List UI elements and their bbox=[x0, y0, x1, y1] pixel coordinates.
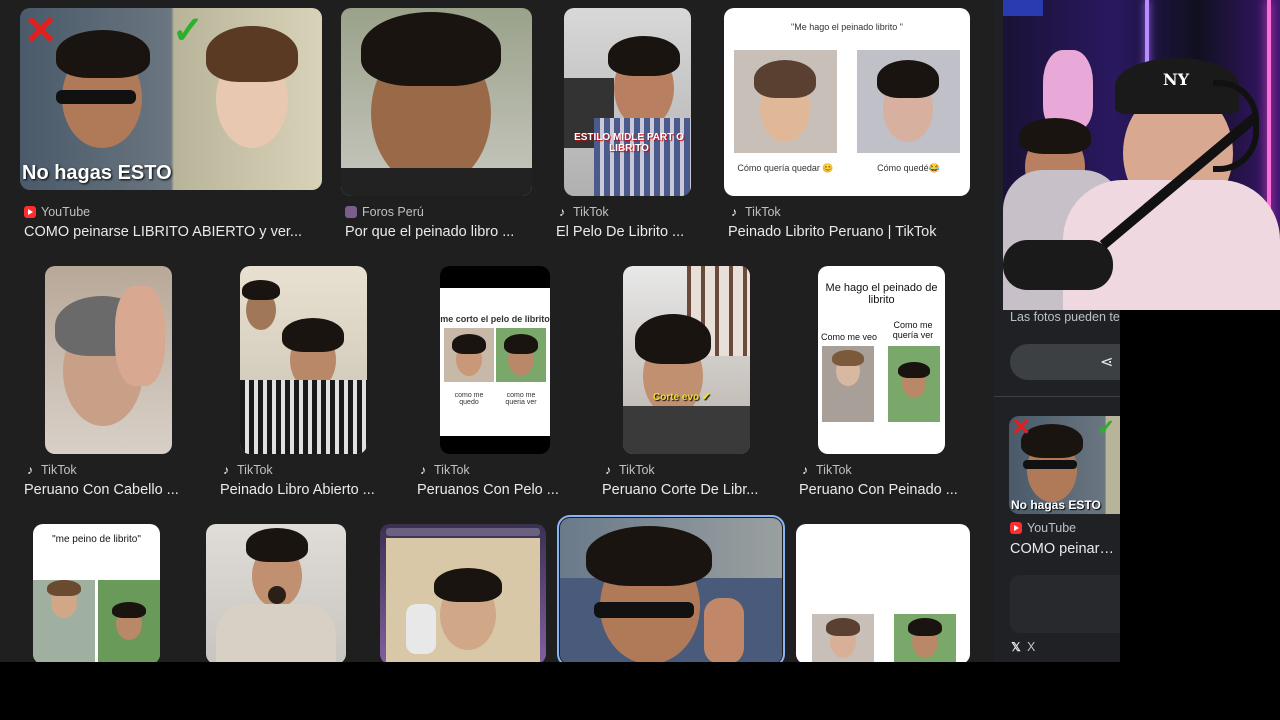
meme-caption: como me queria ver bbox=[505, 392, 537, 406]
result-source: ♪ TikTok bbox=[728, 205, 781, 219]
related-source-x: 𝕏X bbox=[1011, 640, 1036, 654]
related-title[interactable]: COMO peinarse l bbox=[1010, 541, 1120, 557]
result-source: ♪ TikTok bbox=[556, 205, 609, 219]
cap-logo: NY bbox=[1163, 70, 1190, 89]
share-button[interactable]: ⋖ bbox=[1010, 344, 1120, 380]
result-card[interactable] bbox=[380, 524, 550, 662]
tiktok-icon: ♪ bbox=[559, 205, 565, 219]
thumbnail-overlay-text: ESTILO MIDLE PART O LIBRITO bbox=[574, 132, 684, 154]
result-title[interactable]: Peruano Con Cabello ... bbox=[24, 482, 194, 498]
result-thumbnail[interactable] bbox=[380, 524, 546, 662]
result-thumbnail[interactable]: Corte evo ✔ bbox=[623, 266, 750, 454]
result-card[interactable]: Foros Perú Por que el peinado libro ... bbox=[341, 8, 541, 248]
related-result-thumbnail[interactable]: ✕ ✓ No hagas ESTO bbox=[1009, 416, 1120, 514]
result-title[interactable]: El Pelo De Librito ... bbox=[556, 224, 706, 240]
foros-peru-icon bbox=[345, 206, 357, 218]
result-source: Foros Perú bbox=[345, 205, 424, 219]
result-thumbnail[interactable] bbox=[45, 266, 172, 454]
meme-heading: Me hago el peinado de librito bbox=[825, 282, 938, 306]
result-title[interactable]: Peruano Corte De Libr... bbox=[602, 482, 772, 498]
result-card[interactable]: ♪ TikTok Peinado Libro Abierto ... bbox=[216, 266, 396, 506]
result-source: ♪ TikTok bbox=[220, 463, 273, 477]
result-card[interactable]: Corte evo ✔ ♪ TikTok Peruano Corte De Lib… bbox=[598, 266, 778, 506]
result-card[interactable] bbox=[557, 515, 785, 662]
result-thumbnail-selected[interactable] bbox=[557, 515, 785, 662]
letterbox-bar bbox=[0, 662, 1280, 720]
result-thumbnail[interactable]: me corto el pelo de librito como me qued… bbox=[440, 266, 550, 454]
result-source: ♪ TikTok bbox=[24, 463, 77, 477]
result-card[interactable]: ♪ TikTok Peruano Con Cabello ... bbox=[20, 266, 200, 506]
result-card[interactable]: "Me hago el peinado librito " Cómo querí… bbox=[724, 8, 974, 248]
x-logo-icon: 𝕏 bbox=[1011, 640, 1021, 654]
youtube-icon bbox=[24, 206, 36, 218]
result-thumbnail[interactable]: Me hago el peinado de librito Como me ve… bbox=[818, 266, 945, 454]
result-title[interactable]: Peruano Con Peinado ... bbox=[799, 482, 969, 498]
result-thumbnail[interactable] bbox=[206, 524, 346, 662]
result-card[interactable]: Me hago el peinado de librito Como me ve… bbox=[795, 266, 975, 506]
related-placeholder-card[interactable] bbox=[1010, 575, 1120, 633]
result-thumbnail[interactable]: ✕ ✓ No hagas ESTO bbox=[20, 8, 322, 190]
result-title[interactable]: Por que el peinado libro ... bbox=[345, 224, 535, 240]
microphone bbox=[1003, 240, 1113, 290]
result-title[interactable]: COMO peinarse LIBRITO ABIERTO y ver... bbox=[24, 224, 324, 240]
result-thumbnail[interactable]: "me peino de librito" bbox=[33, 524, 160, 662]
tiktok-icon: ♪ bbox=[27, 463, 33, 477]
streamer-webcam-overlay: NY bbox=[1003, 0, 1280, 310]
meme-caption: Como me veo bbox=[820, 332, 878, 342]
result-title[interactable]: Peruanos Con Pelo ... bbox=[417, 482, 577, 498]
tiktok-icon: ♪ bbox=[420, 463, 426, 477]
result-card[interactable] bbox=[796, 524, 972, 662]
result-title[interactable]: Peinado Librito Peruano | TikTok bbox=[728, 224, 968, 240]
result-card[interactable]: me corto el pelo de librito como me qued… bbox=[413, 266, 583, 506]
meme-heading: "Me hago el peinado librito " bbox=[791, 22, 903, 32]
meme-caption: Cómo quería quedar 😊 bbox=[737, 163, 834, 173]
result-source: ♪ TikTok bbox=[799, 463, 852, 477]
result-thumbnail[interactable] bbox=[341, 8, 532, 196]
thumbnail-overlay-text: No hagas ESTO bbox=[1011, 498, 1101, 512]
copyright-disclaimer: Las fotos pueden te bbox=[1010, 310, 1120, 324]
image-search-results: ✕ ✓ No hagas ESTO YouTube COMO peinarse … bbox=[0, 0, 1120, 662]
meme-heading: "me peino de librito" bbox=[52, 534, 141, 545]
related-source: YouTube bbox=[1010, 521, 1076, 535]
result-source: YouTube bbox=[24, 205, 90, 219]
meme-heading: me corto el pelo de librito bbox=[440, 314, 550, 324]
tiktok-icon: ♪ bbox=[223, 463, 229, 477]
tiktok-icon: ♪ bbox=[605, 463, 611, 477]
share-icon: ⋖ bbox=[1100, 354, 1114, 371]
result-thumbnail[interactable]: "Me hago el peinado librito " Cómo querí… bbox=[724, 8, 970, 196]
meme-caption: Como me quería ver bbox=[892, 320, 934, 340]
thumbnail-overlay-text: No hagas ESTO bbox=[22, 162, 172, 184]
tiktok-icon: ♪ bbox=[802, 463, 808, 477]
result-thumbnail[interactable] bbox=[796, 524, 970, 662]
tiktok-icon: ♪ bbox=[731, 205, 737, 219]
result-card[interactable]: ✕ ✓ No hagas ESTO YouTube COMO peinarse … bbox=[20, 8, 322, 248]
meme-caption: como me quedo bbox=[454, 392, 484, 406]
result-thumbnail[interactable]: ESTILO MIDLE PART O LIBRITO bbox=[564, 8, 691, 196]
meme-caption: Cómo quedé😂 bbox=[877, 163, 940, 173]
thumbnail-overlay-text: Corte evo ✔ bbox=[653, 392, 711, 403]
result-thumbnail[interactable] bbox=[240, 266, 367, 454]
result-source: ♪ TikTok bbox=[417, 463, 470, 477]
result-card[interactable]: "me peino de librito" bbox=[20, 524, 200, 662]
result-card[interactable]: ESTILO MIDLE PART O LIBRITO ♪ TikTok El P… bbox=[552, 8, 712, 248]
result-card[interactable] bbox=[196, 524, 366, 662]
youtube-icon bbox=[1010, 522, 1022, 534]
result-title[interactable]: Peinado Libro Abierto ... bbox=[220, 482, 390, 498]
result-source: ♪ TikTok bbox=[602, 463, 655, 477]
